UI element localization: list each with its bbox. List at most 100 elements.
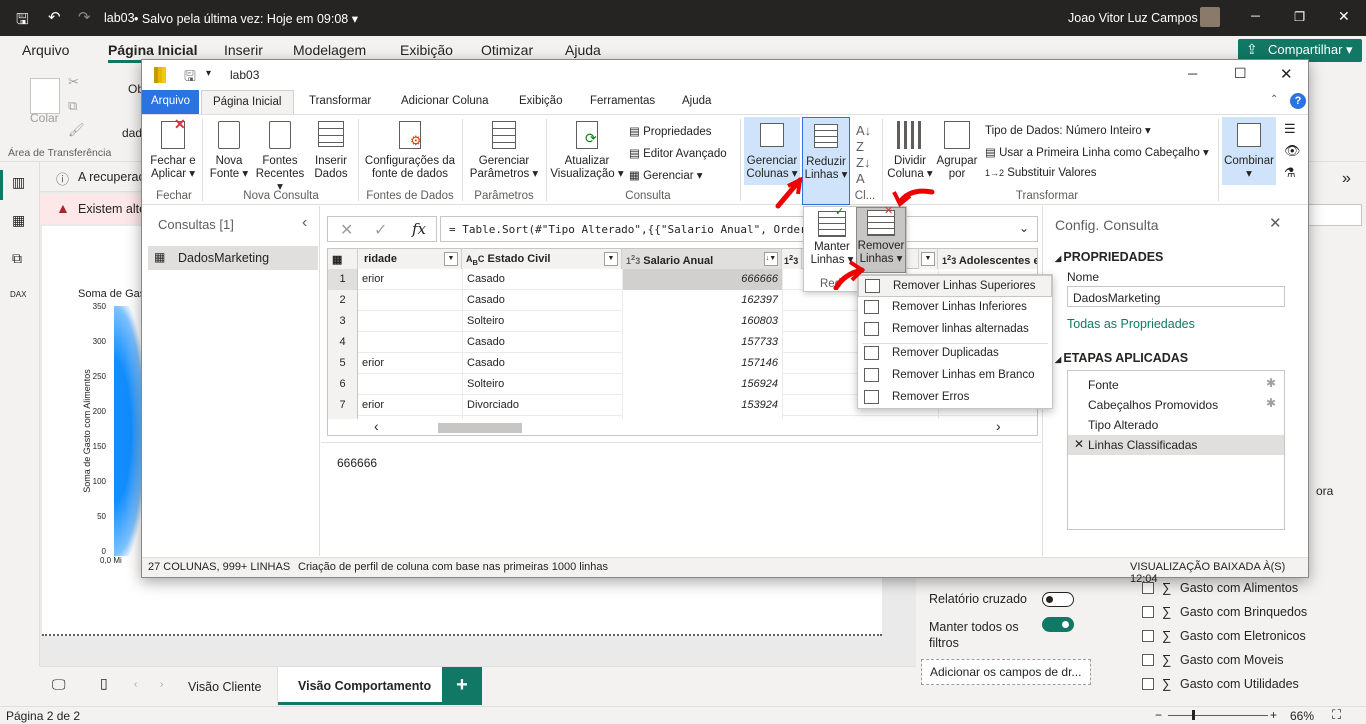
manage-columns-button[interactable]: Gerenciar Colunas ▾ [744, 117, 800, 185]
cell-salario-anual[interactable]: 162397 [622, 290, 782, 311]
pq-minimize-icon[interactable]: ─ [1188, 66, 1197, 81]
cell-estado-civil[interactable]: Casado [462, 269, 622, 290]
reduce-rows-button[interactable]: Reduzir Linhas ▾ [802, 117, 850, 205]
format-painter-icon[interactable]: 🖌 [68, 122, 85, 138]
menu-inserir[interactable]: Inserir [224, 42, 263, 58]
fit-to-page-icon[interactable]: ⛶ [1332, 707, 1341, 723]
field-item[interactable]: ∑ Gasto com Moveis [1142, 652, 1342, 670]
zoom-in-icon[interactable]: + [1270, 708, 1277, 722]
pq-save-icon[interactable]: 🖫 [184, 66, 196, 90]
pq-tab-ajuda[interactable]: Ajuda [682, 95, 711, 107]
pq-tab-arquivo[interactable]: Arquivo [142, 90, 199, 114]
pq-tab-pagina-inicial[interactable]: Página Inicial [201, 90, 294, 114]
column-header-adolescentes[interactable]: 123 Adolescentes e [938, 249, 1037, 269]
minimize-icon[interactable]: ─ [1251, 9, 1260, 23]
cell-estado-civil[interactable]: Casado [462, 353, 622, 374]
menu-remove-errors[interactable]: Remover Erros [858, 387, 1052, 409]
field-checkbox[interactable] [1142, 678, 1154, 690]
step-tipo-alterado[interactable]: Tipo Alterado [1068, 415, 1284, 435]
cell-salario-anual[interactable]: 157733 [622, 332, 782, 353]
collapse-queries-icon[interactable]: ‹ [302, 214, 307, 232]
column-header-estado-civil[interactable]: ABC Estado Civil ▼ [462, 249, 622, 269]
prev-page-icon[interactable]: ‹ [134, 679, 137, 690]
zoom-slider-thumb[interactable] [1192, 710, 1195, 720]
cell-salario-anual[interactable]: 666666 [622, 269, 782, 290]
drillthrough-drop-zone[interactable]: Adicionar os campos de dr... [921, 659, 1091, 685]
cell-escolaridade[interactable]: erior [362, 357, 384, 369]
sort-ascending-icon[interactable]: A↓ Z [856, 123, 871, 155]
cell-salario-anual[interactable]: 160803 [622, 311, 782, 332]
scroll-left-icon[interactable]: ‹ [374, 418, 379, 434]
cell-estado-civil[interactable]: Casado [462, 332, 622, 353]
sort-descending-icon[interactable]: Z↓ A [856, 155, 870, 187]
cell-salario-anual[interactable]: 156924 [622, 374, 782, 395]
zoom-slider[interactable] [1168, 715, 1268, 716]
collapse-pane-icon[interactable]: » [1342, 170, 1351, 188]
step-fonte[interactable]: Fonte ✱ [1068, 375, 1284, 395]
group-by-button[interactable]: Agrupar por [936, 121, 978, 181]
field-checkbox[interactable] [1142, 654, 1154, 666]
field-item[interactable]: ∑ Gasto com Utilidades [1142, 676, 1342, 694]
copy-icon[interactable]: ⧉ [68, 98, 77, 114]
column-header-escolaridade[interactable]: ridade ▼ [358, 249, 462, 269]
ribbon-overflow-icon-3[interactable]: ⚗ [1284, 165, 1296, 181]
table-menu-icon[interactable]: ▦ [328, 249, 358, 269]
field-checkbox[interactable] [1142, 630, 1154, 642]
menu-modelagem[interactable]: Modelagem [293, 42, 366, 58]
next-page-icon[interactable]: › [160, 679, 163, 690]
menu-remove-bottom-rows[interactable]: Remover Linhas Inferiores [858, 297, 1052, 319]
cell-escolaridade[interactable]: erior [362, 273, 384, 285]
manage-parameters-button[interactable]: Gerenciar Parâmetros ▾ [466, 121, 542, 181]
close-icon[interactable]: ✕ [1338, 8, 1350, 25]
pq-close-icon[interactable]: ✕ [1280, 65, 1293, 83]
advanced-editor-button[interactable]: ▤ Editor Avançado [629, 146, 727, 160]
mobile-layout-icon[interactable]: ▯ [100, 675, 108, 692]
cell-salario-anual[interactable]: 153924 [622, 395, 782, 416]
table-view-icon[interactable]: ▦ [12, 212, 25, 229]
pq-tab-adicionar-coluna[interactable]: Adicionar Coluna [401, 95, 489, 107]
cell-estado-civil[interactable]: Solteiro [462, 311, 622, 332]
data-type-dropdown[interactable]: Tipo de Dados: Número Inteiro ▾ [985, 123, 1151, 137]
formula-bar[interactable]: = Table.Sort(#"Tipo Alterado",{{"Salario… [440, 216, 1038, 242]
desktop-layout-icon[interactable]: 🖵 [52, 676, 66, 693]
menu-ajuda[interactable]: Ajuda [565, 42, 601, 58]
cut-icon[interactable]: ✂ [68, 74, 79, 90]
menu-remove-alternate-rows[interactable]: Remover linhas alternadas [858, 319, 1052, 341]
pq-tab-ferramentas[interactable]: Ferramentas [590, 95, 655, 107]
menu-pagina-inicial[interactable]: Página Inicial [108, 42, 197, 58]
field-item[interactable]: ∑ Gasto com Brinquedos [1142, 604, 1342, 622]
data-source-settings-button[interactable]: ⚙ Configurações da fonte de dados [362, 121, 458, 181]
menu-remove-blank-rows[interactable]: Remover Linhas em Branco [858, 365, 1052, 387]
combine-button[interactable]: Combinar ▾ [1222, 117, 1276, 185]
restore-icon[interactable]: ❐ [1294, 9, 1305, 24]
cell-escolaridade[interactable]: erior [362, 399, 384, 411]
field-item[interactable]: ∑ Gasto com Eletronicos [1142, 628, 1342, 646]
cell-estado-civil[interactable]: Casado [462, 290, 622, 311]
query-item-dadosmarketing[interactable]: ▦ DadosMarketing [148, 246, 318, 270]
dax-query-icon[interactable]: DAX [10, 290, 26, 299]
column-header-partial[interactable]: 123 [782, 249, 802, 269]
pq-tab-transformar[interactable]: Transformar [309, 95, 371, 107]
column-header-salario-anual[interactable]: 123 Salario Anual ↓▼ [622, 249, 782, 269]
model-view-icon[interactable]: ⧉ [12, 250, 22, 267]
keep-filters-toggle[interactable] [1042, 617, 1074, 632]
zoom-out-icon[interactable]: − [1155, 708, 1162, 722]
all-properties-link[interactable]: Todas as Propriedades [1067, 317, 1195, 331]
cross-report-toggle[interactable] [1042, 592, 1074, 607]
add-page-button[interactable]: + [442, 667, 482, 705]
manage-button[interactable]: ▦ Gerenciar ▾ [629, 168, 703, 182]
menu-arquivo[interactable]: Arquivo [22, 42, 69, 58]
replace-values-button[interactable]: 1→2 Substituir Valores [985, 167, 1097, 179]
close-settings-icon[interactable]: ✕ [1269, 214, 1282, 232]
new-source-button[interactable]: Nova Fonte ▾ [206, 121, 252, 181]
step-linhas-classificadas[interactable]: ✕ Linhas Classificadas [1068, 435, 1284, 455]
menu-remove-top-rows[interactable]: Remover Linhas Superiores [858, 275, 1052, 297]
menu-exibicao[interactable]: Exibição [400, 42, 453, 58]
ribbon-overflow-icon-2[interactable]: 👁 [1284, 143, 1301, 159]
paste-icon[interactable] [30, 78, 60, 114]
confirm-formula-icon[interactable]: ✓ [374, 220, 387, 240]
cancel-formula-icon[interactable]: ✕ [340, 220, 353, 240]
cell-salario-anual[interactable]: 157146 [622, 353, 782, 374]
pq-tab-exibicao[interactable]: Exibição [519, 95, 562, 107]
split-column-button[interactable]: Dividir Coluna ▾ [886, 121, 934, 181]
